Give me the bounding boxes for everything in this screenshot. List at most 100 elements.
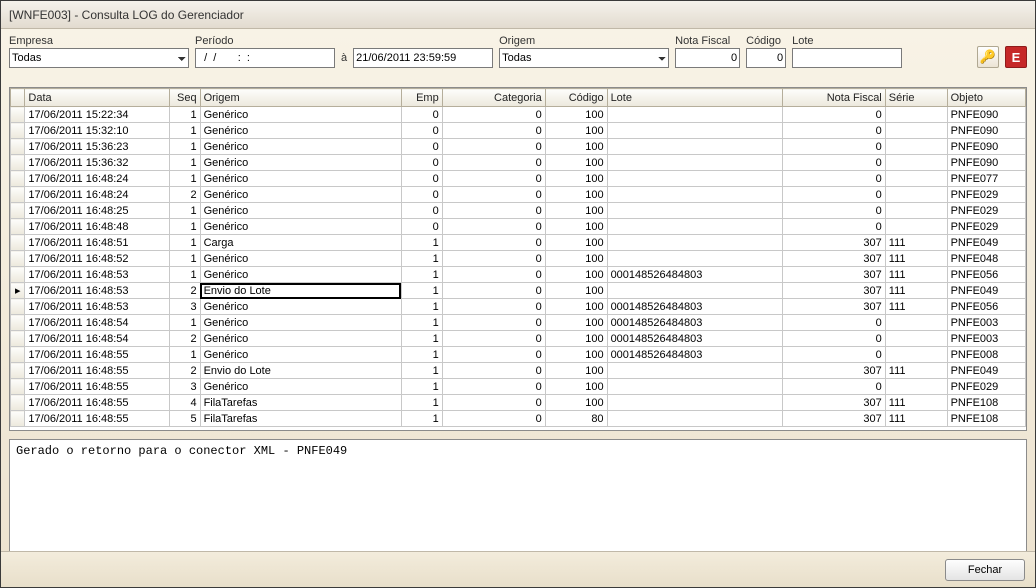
col-header-nf[interactable]: Nota Fiscal: [782, 89, 885, 107]
cell-seq[interactable]: 5: [169, 411, 200, 427]
cell-emp[interactable]: 0: [401, 171, 442, 187]
table-row[interactable]: 17/06/2011 16:48:521Genérico10100307111P…: [11, 251, 1026, 267]
origem-combo[interactable]: Todas: [499, 48, 669, 68]
cell-emp[interactable]: 0: [401, 203, 442, 219]
cell-seq[interactable]: 1: [169, 139, 200, 155]
cell-categoria[interactable]: 0: [442, 203, 545, 219]
cell-nf[interactable]: 0: [782, 155, 885, 171]
periodo-from-input[interactable]: [195, 48, 335, 68]
cell-origem[interactable]: Genérico: [200, 315, 401, 331]
cell-origem[interactable]: Genérico: [200, 267, 401, 283]
cell-lote[interactable]: [607, 123, 782, 139]
cell-nf[interactable]: 0: [782, 139, 885, 155]
cell-categoria[interactable]: 0: [442, 219, 545, 235]
cell-data[interactable]: 17/06/2011 16:48:51: [25, 235, 169, 251]
cell-categoria[interactable]: 0: [442, 235, 545, 251]
col-header-origem[interactable]: Origem: [200, 89, 401, 107]
cell-codigo[interactable]: 100: [545, 139, 607, 155]
cell-serie[interactable]: 111: [885, 283, 947, 299]
table-row[interactable]: 17/06/2011 15:22:341Genérico001000PNFE09…: [11, 107, 1026, 123]
cell-data[interactable]: 17/06/2011 16:48:53: [25, 267, 169, 283]
col-header-codigo[interactable]: Código: [545, 89, 607, 107]
empresa-combo[interactable]: Todas: [9, 48, 189, 68]
cell-lote[interactable]: 000148526484803: [607, 331, 782, 347]
cell-data[interactable]: 17/06/2011 16:48:55: [25, 395, 169, 411]
cell-objeto[interactable]: PNFE108: [947, 411, 1025, 427]
cell-nf[interactable]: 307: [782, 411, 885, 427]
cell-nf[interactable]: 0: [782, 107, 885, 123]
cell-origem[interactable]: Envio do Lote: [200, 363, 401, 379]
cell-data[interactable]: 17/06/2011 16:48:48: [25, 219, 169, 235]
cell-lote[interactable]: [607, 411, 782, 427]
red-logo-button[interactable]: E: [1005, 46, 1027, 68]
cell-codigo[interactable]: 100: [545, 315, 607, 331]
cell-serie[interactable]: [885, 139, 947, 155]
cell-origem[interactable]: Genérico: [200, 203, 401, 219]
cell-objeto[interactable]: PNFE029: [947, 203, 1025, 219]
cell-codigo[interactable]: 100: [545, 331, 607, 347]
cell-lote[interactable]: 000148526484803: [607, 315, 782, 331]
cell-nf[interactable]: 0: [782, 219, 885, 235]
cell-serie[interactable]: [885, 315, 947, 331]
cell-emp[interactable]: 1: [401, 379, 442, 395]
cell-nf[interactable]: 0: [782, 203, 885, 219]
cell-emp[interactable]: 1: [401, 315, 442, 331]
cell-objeto[interactable]: PNFE008: [947, 347, 1025, 363]
cell-codigo[interactable]: 100: [545, 347, 607, 363]
cell-data[interactable]: 17/06/2011 16:48:24: [25, 171, 169, 187]
cell-data[interactable]: 17/06/2011 16:48:55: [25, 411, 169, 427]
cell-lote[interactable]: [607, 395, 782, 411]
codigo-input[interactable]: [746, 48, 786, 68]
table-row[interactable]: 17/06/2011 16:48:481Genérico001000PNFE02…: [11, 219, 1026, 235]
cell-lote[interactable]: 000148526484803: [607, 299, 782, 315]
cell-categoria[interactable]: 0: [442, 171, 545, 187]
table-row[interactable]: 17/06/2011 15:36:321Genérico001000PNFE09…: [11, 155, 1026, 171]
cell-codigo[interactable]: 80: [545, 411, 607, 427]
cell-data[interactable]: 17/06/2011 16:48:53: [25, 299, 169, 315]
cell-nf[interactable]: 0: [782, 331, 885, 347]
cell-seq[interactable]: 1: [169, 123, 200, 139]
table-row[interactable]: 17/06/2011 16:48:554FilaTarefas101003071…: [11, 395, 1026, 411]
cell-seq[interactable]: 1: [169, 219, 200, 235]
cell-serie[interactable]: 111: [885, 267, 947, 283]
cell-origem[interactable]: Envio do Lote: [200, 283, 401, 299]
table-row[interactable]: 17/06/2011 16:48:553Genérico101000PNFE02…: [11, 379, 1026, 395]
cell-nf[interactable]: 0: [782, 379, 885, 395]
cell-objeto[interactable]: PNFE029: [947, 379, 1025, 395]
cell-lote[interactable]: [607, 155, 782, 171]
cell-categoria[interactable]: 0: [442, 395, 545, 411]
cell-emp[interactable]: 0: [401, 139, 442, 155]
cell-emp[interactable]: 1: [401, 347, 442, 363]
col-header-data[interactable]: Data: [25, 89, 169, 107]
cell-codigo[interactable]: 100: [545, 235, 607, 251]
cell-categoria[interactable]: 0: [442, 315, 545, 331]
cell-seq[interactable]: 1: [169, 347, 200, 363]
cell-data[interactable]: 17/06/2011 15:32:10: [25, 123, 169, 139]
cell-objeto[interactable]: PNFE056: [947, 299, 1025, 315]
cell-categoria[interactable]: 0: [442, 299, 545, 315]
cell-data[interactable]: 17/06/2011 15:22:34: [25, 107, 169, 123]
cell-data[interactable]: 17/06/2011 16:48:55: [25, 347, 169, 363]
cell-codigo[interactable]: 100: [545, 299, 607, 315]
cell-origem[interactable]: Genérico: [200, 379, 401, 395]
cell-seq[interactable]: 2: [169, 187, 200, 203]
cell-data[interactable]: 17/06/2011 16:48:24: [25, 187, 169, 203]
cell-nf[interactable]: 307: [782, 299, 885, 315]
cell-emp[interactable]: 1: [401, 363, 442, 379]
cell-lote[interactable]: [607, 235, 782, 251]
cell-emp[interactable]: 1: [401, 283, 442, 299]
cell-codigo[interactable]: 100: [545, 283, 607, 299]
cell-categoria[interactable]: 0: [442, 379, 545, 395]
cell-nf[interactable]: 307: [782, 235, 885, 251]
cell-serie[interactable]: [885, 219, 947, 235]
cell-codigo[interactable]: 100: [545, 267, 607, 283]
cell-seq[interactable]: 1: [169, 251, 200, 267]
cell-data[interactable]: 17/06/2011 16:48:54: [25, 331, 169, 347]
cell-lote[interactable]: [607, 139, 782, 155]
cell-origem[interactable]: Genérico: [200, 187, 401, 203]
cell-serie[interactable]: 111: [885, 363, 947, 379]
cell-objeto[interactable]: PNFE003: [947, 331, 1025, 347]
titlebar[interactable]: [WNFE003] - Consulta LOG do Gerenciador: [1, 1, 1035, 29]
cell-origem[interactable]: Genérico: [200, 139, 401, 155]
col-header-seq[interactable]: Seq: [169, 89, 200, 107]
